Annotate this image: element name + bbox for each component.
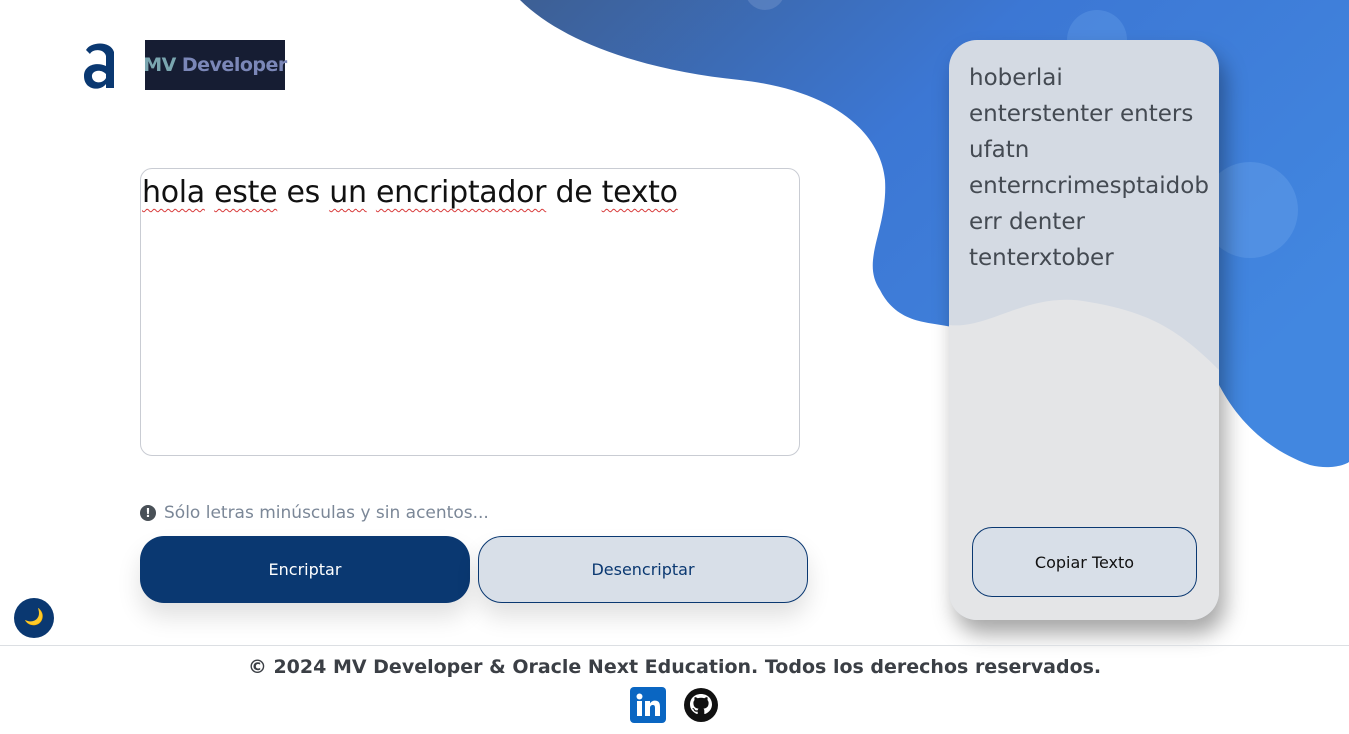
github-icon[interactable] (683, 687, 719, 723)
text-input[interactable]: hola este es un encriptador de texto (140, 168, 800, 456)
input-word: de (555, 175, 593, 210)
brand-name: Developer (181, 54, 287, 76)
input-word: texto (601, 175, 678, 210)
linkedin-icon[interactable] (630, 687, 666, 723)
input-word: un (329, 175, 367, 210)
input-word: este (214, 175, 278, 210)
exclamation-circle-icon: ! (140, 505, 156, 521)
input-word: encriptador (375, 175, 547, 210)
brand-mv: MV (143, 54, 176, 76)
decrypt-button[interactable]: Desencriptar (478, 536, 808, 603)
input-word: hola (142, 175, 205, 210)
alura-logo-icon[interactable] (80, 36, 120, 94)
input-hint: ! Sólo letras minúsculas y sin acentos..… (140, 503, 489, 523)
copy-button[interactable]: Copiar Texto (972, 527, 1197, 597)
theme-toggle-button[interactable]: 🌙 (14, 598, 54, 638)
input-text[interactable]: hola este es un encriptador de texto (142, 175, 678, 210)
encrypt-button[interactable]: Encriptar (140, 536, 470, 603)
footer-copyright: © 2024 MV Developer & Oracle Next Educat… (247, 656, 1102, 678)
moon-icon: 🌙 (24, 609, 44, 626)
output-panel: hoberlai enterstenter enters ufatn enter… (949, 40, 1219, 620)
hint-text: Sólo letras minúsculas y sin acentos... (164, 503, 489, 523)
output-text[interactable]: hoberlai enterstenter enters ufatn enter… (969, 60, 1209, 276)
footer-divider (0, 645, 1349, 646)
input-word: es (286, 175, 321, 210)
brand-logo[interactable]: MV Developer (143, 40, 287, 90)
